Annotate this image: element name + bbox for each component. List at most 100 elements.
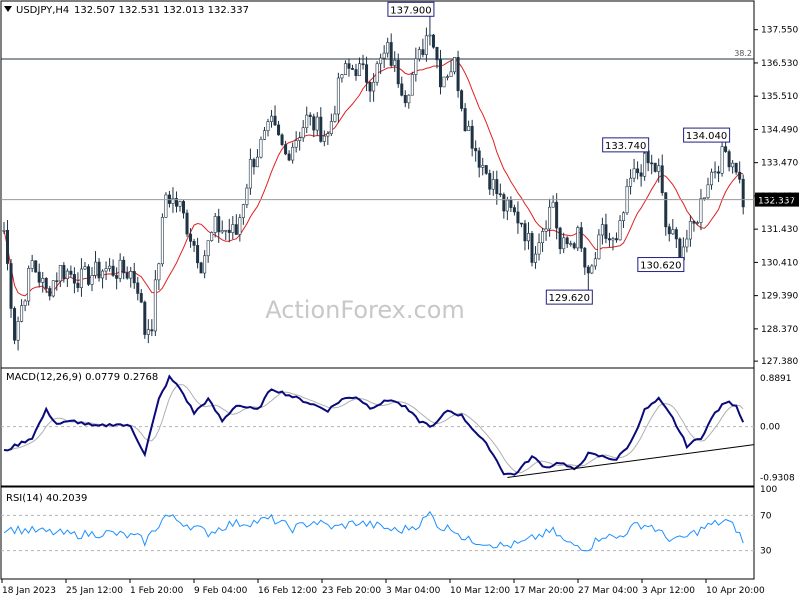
candle-body xyxy=(456,56,460,91)
candle-body xyxy=(667,226,671,235)
candle-body xyxy=(664,192,668,228)
candle-body xyxy=(562,237,566,250)
candle-body xyxy=(551,201,555,208)
candle-body xyxy=(396,59,400,85)
candle-body xyxy=(710,171,714,186)
candle-body xyxy=(231,224,235,233)
candle-body xyxy=(607,238,611,241)
candle-body xyxy=(565,237,569,245)
candle-body xyxy=(9,263,13,309)
candle-body xyxy=(734,162,738,173)
candle-body xyxy=(340,74,344,79)
chart-header: USDJPY,H4 132.507 132.531 132.013 132.33… xyxy=(4,5,249,16)
annotation-label: 130.620 xyxy=(640,261,681,272)
candle-body xyxy=(298,137,302,141)
symbol-label: USDJPY,H4 xyxy=(16,5,69,16)
candle-body xyxy=(143,301,147,335)
candle-body xyxy=(30,260,34,269)
candle-body xyxy=(315,116,319,131)
candle-body xyxy=(58,265,62,282)
candle-body xyxy=(44,277,48,289)
candle-body xyxy=(481,165,485,168)
time-axis-label: 16 Feb 12:00 xyxy=(258,586,317,596)
candle-body xyxy=(153,279,157,332)
candle-body xyxy=(164,194,168,218)
candle-body xyxy=(65,270,69,279)
candle-body xyxy=(262,130,266,140)
candle-body xyxy=(227,229,231,233)
candle-body xyxy=(537,242,541,255)
candle-body xyxy=(122,259,126,274)
candle-body xyxy=(541,231,545,244)
candle-body xyxy=(636,168,640,174)
candle-body xyxy=(738,171,742,180)
candle-body xyxy=(509,199,513,208)
candle-body xyxy=(23,300,27,306)
candle-body xyxy=(692,221,696,224)
candle-body xyxy=(477,150,481,168)
candle-body xyxy=(322,135,326,142)
rsi-axis-label: 30 xyxy=(760,547,772,557)
candle-body xyxy=(586,266,590,274)
candle-body xyxy=(569,243,573,245)
candle-body xyxy=(512,207,516,213)
candle-body xyxy=(206,240,210,257)
candle-body xyxy=(2,230,6,232)
candle-body xyxy=(379,57,383,65)
candle-body xyxy=(604,224,608,239)
candle-body xyxy=(516,211,520,224)
candle-body xyxy=(365,64,369,83)
candle-body xyxy=(484,165,488,174)
candle-body xyxy=(555,201,559,229)
candle-body xyxy=(125,272,129,279)
candle-body xyxy=(213,216,217,233)
candle-body xyxy=(350,68,354,70)
time-axis-label: 3 Mar 04:00 xyxy=(386,586,441,596)
candle-body xyxy=(34,260,38,273)
candle-body xyxy=(646,150,650,164)
candle-body xyxy=(699,198,703,223)
candle-body xyxy=(650,162,654,165)
candle-body xyxy=(69,270,73,275)
candle-body xyxy=(72,274,76,284)
candle-body xyxy=(312,116,316,131)
candle-body xyxy=(160,216,164,265)
candle-body xyxy=(386,42,390,54)
candle-body xyxy=(150,329,154,332)
time-axis-label: 10 Apr 20:00 xyxy=(706,586,765,596)
candle-body xyxy=(280,134,284,145)
candle-body xyxy=(660,165,664,194)
candle-body xyxy=(252,159,256,168)
candle-body xyxy=(720,146,724,174)
forex-chart-window: ActionForex.com 38.2 137.900 129.620 133.7… xyxy=(0,0,800,600)
candle-body xyxy=(403,95,407,104)
candle-body xyxy=(259,139,263,158)
price-axis-label: 129.390 xyxy=(761,292,798,302)
candle-body xyxy=(600,224,604,236)
annotation-label: 133.740 xyxy=(605,141,646,152)
candle-body xyxy=(558,227,562,250)
candle-body xyxy=(301,127,305,139)
candle-body xyxy=(590,265,594,274)
candle-body xyxy=(291,146,295,161)
price-axis-label: 136.530 xyxy=(761,59,798,69)
time-axis-label: 9 Feb 04:00 xyxy=(194,586,248,596)
candle-body xyxy=(407,94,411,104)
candle-body xyxy=(576,227,580,249)
time-axis-label: 23 Feb 20:00 xyxy=(322,586,381,596)
rsi-axis-label: 100 xyxy=(760,485,777,495)
price-axis-label: 135.510 xyxy=(761,92,798,102)
candle-body xyxy=(706,184,710,199)
time-axis-label: 3 Apr 12:00 xyxy=(642,586,695,596)
candle-body xyxy=(639,172,643,177)
candle-body xyxy=(505,199,509,212)
candle-body xyxy=(572,243,576,249)
candle-body xyxy=(414,58,418,75)
candle-body xyxy=(354,69,358,77)
candle-body xyxy=(192,241,196,246)
candle-body xyxy=(13,308,17,341)
candle-body xyxy=(270,115,274,122)
candle-body xyxy=(178,201,182,207)
candle-body xyxy=(643,150,647,177)
candle-body xyxy=(196,245,200,264)
